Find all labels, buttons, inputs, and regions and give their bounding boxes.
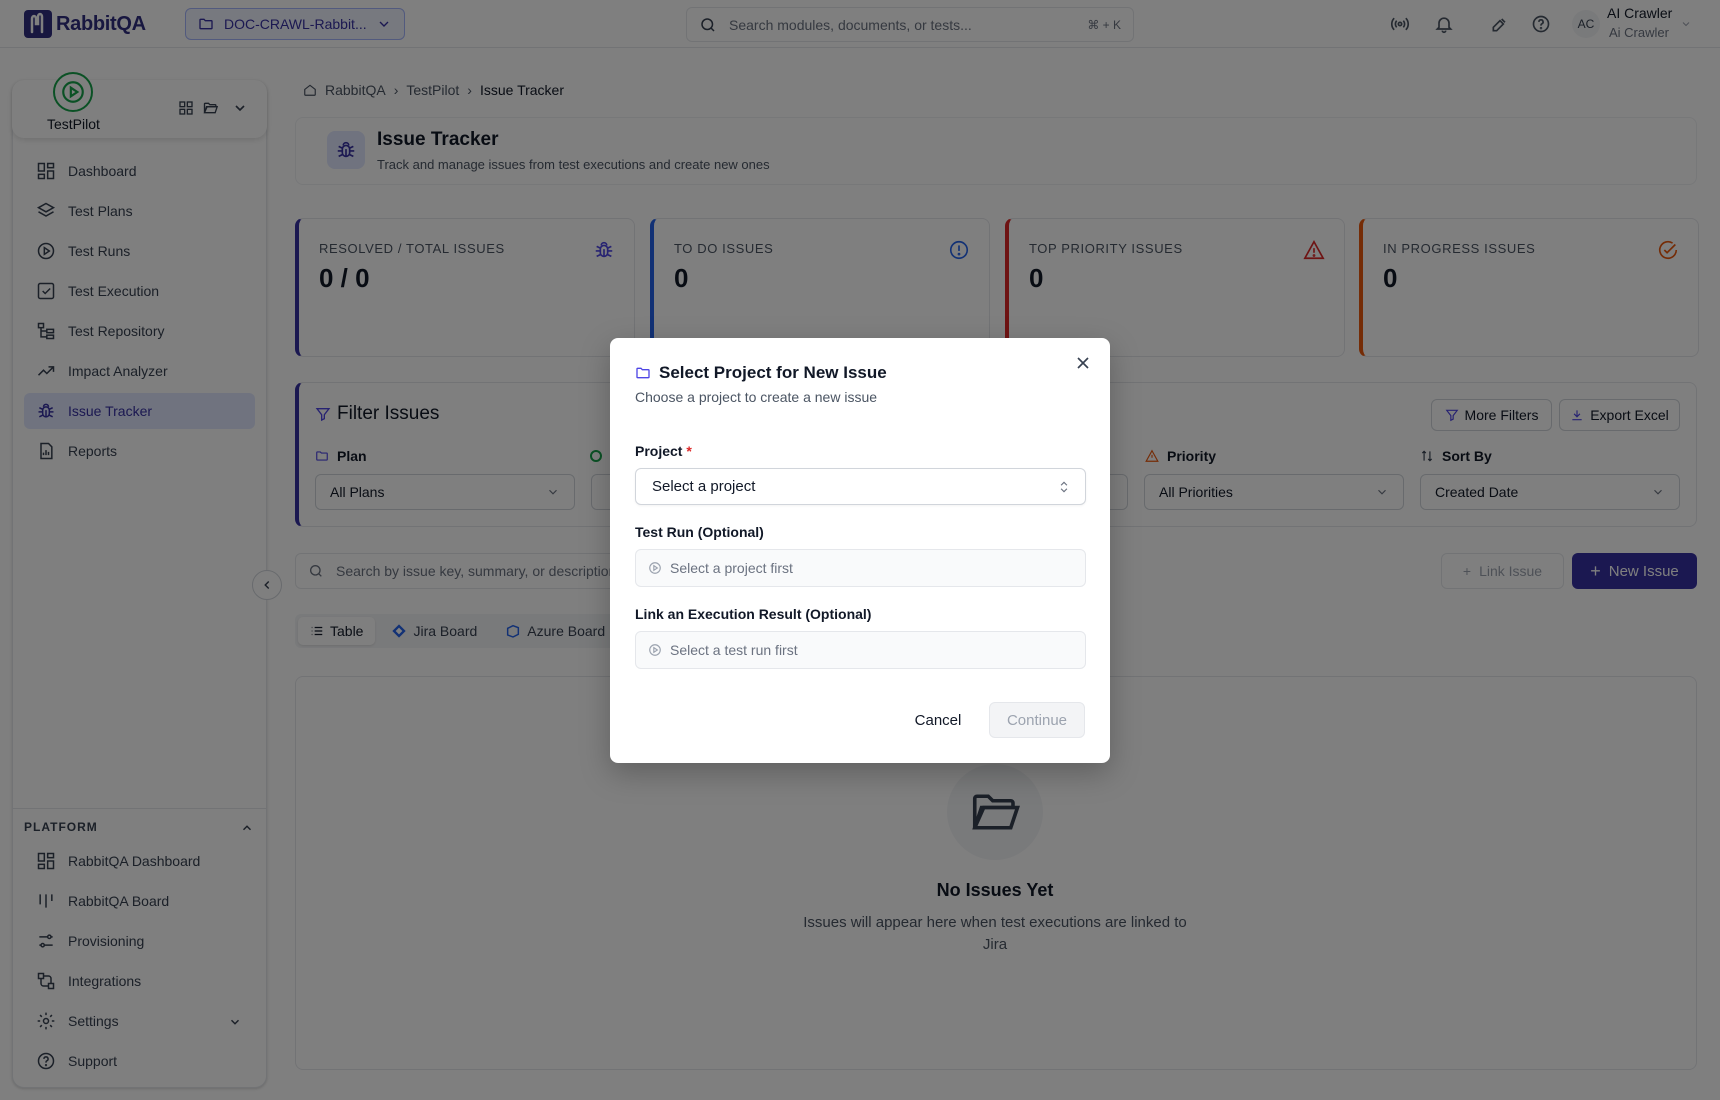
dialog-title: Select Project for New Issue (635, 363, 887, 383)
project-label-text: Project (635, 443, 683, 459)
project-field-label: Project * (635, 443, 692, 459)
continue-button[interactable]: Continue (989, 702, 1085, 738)
project-select-placeholder: Select a project (652, 478, 756, 495)
test-run-field-label: Test Run (Optional) (635, 524, 764, 540)
execution-result-field-label: Link an Execution Result (Optional) (635, 606, 872, 622)
play-circle-icon (649, 562, 661, 574)
close-icon[interactable] (1073, 353, 1093, 373)
execution-result-select[interactable]: Select a test run first (635, 631, 1086, 669)
execution-result-placeholder: Select a test run first (670, 642, 798, 658)
play-circle-icon (649, 644, 661, 656)
dialog-title-text: Select Project for New Issue (659, 363, 887, 382)
folder-icon (636, 367, 650, 379)
test-run-select[interactable]: Select a project first (635, 549, 1086, 587)
test-run-placeholder: Select a project first (670, 560, 793, 576)
required-marker: * (686, 443, 692, 459)
chevron-up-down-icon (1060, 481, 1068, 492)
dialog-subtitle: Choose a project to create a new issue (635, 389, 878, 405)
select-project-dialog: Select Project for New Issue Choose a pr… (610, 338, 1110, 763)
project-select[interactable]: Select a project (635, 468, 1086, 505)
cancel-button[interactable]: Cancel (903, 702, 973, 738)
